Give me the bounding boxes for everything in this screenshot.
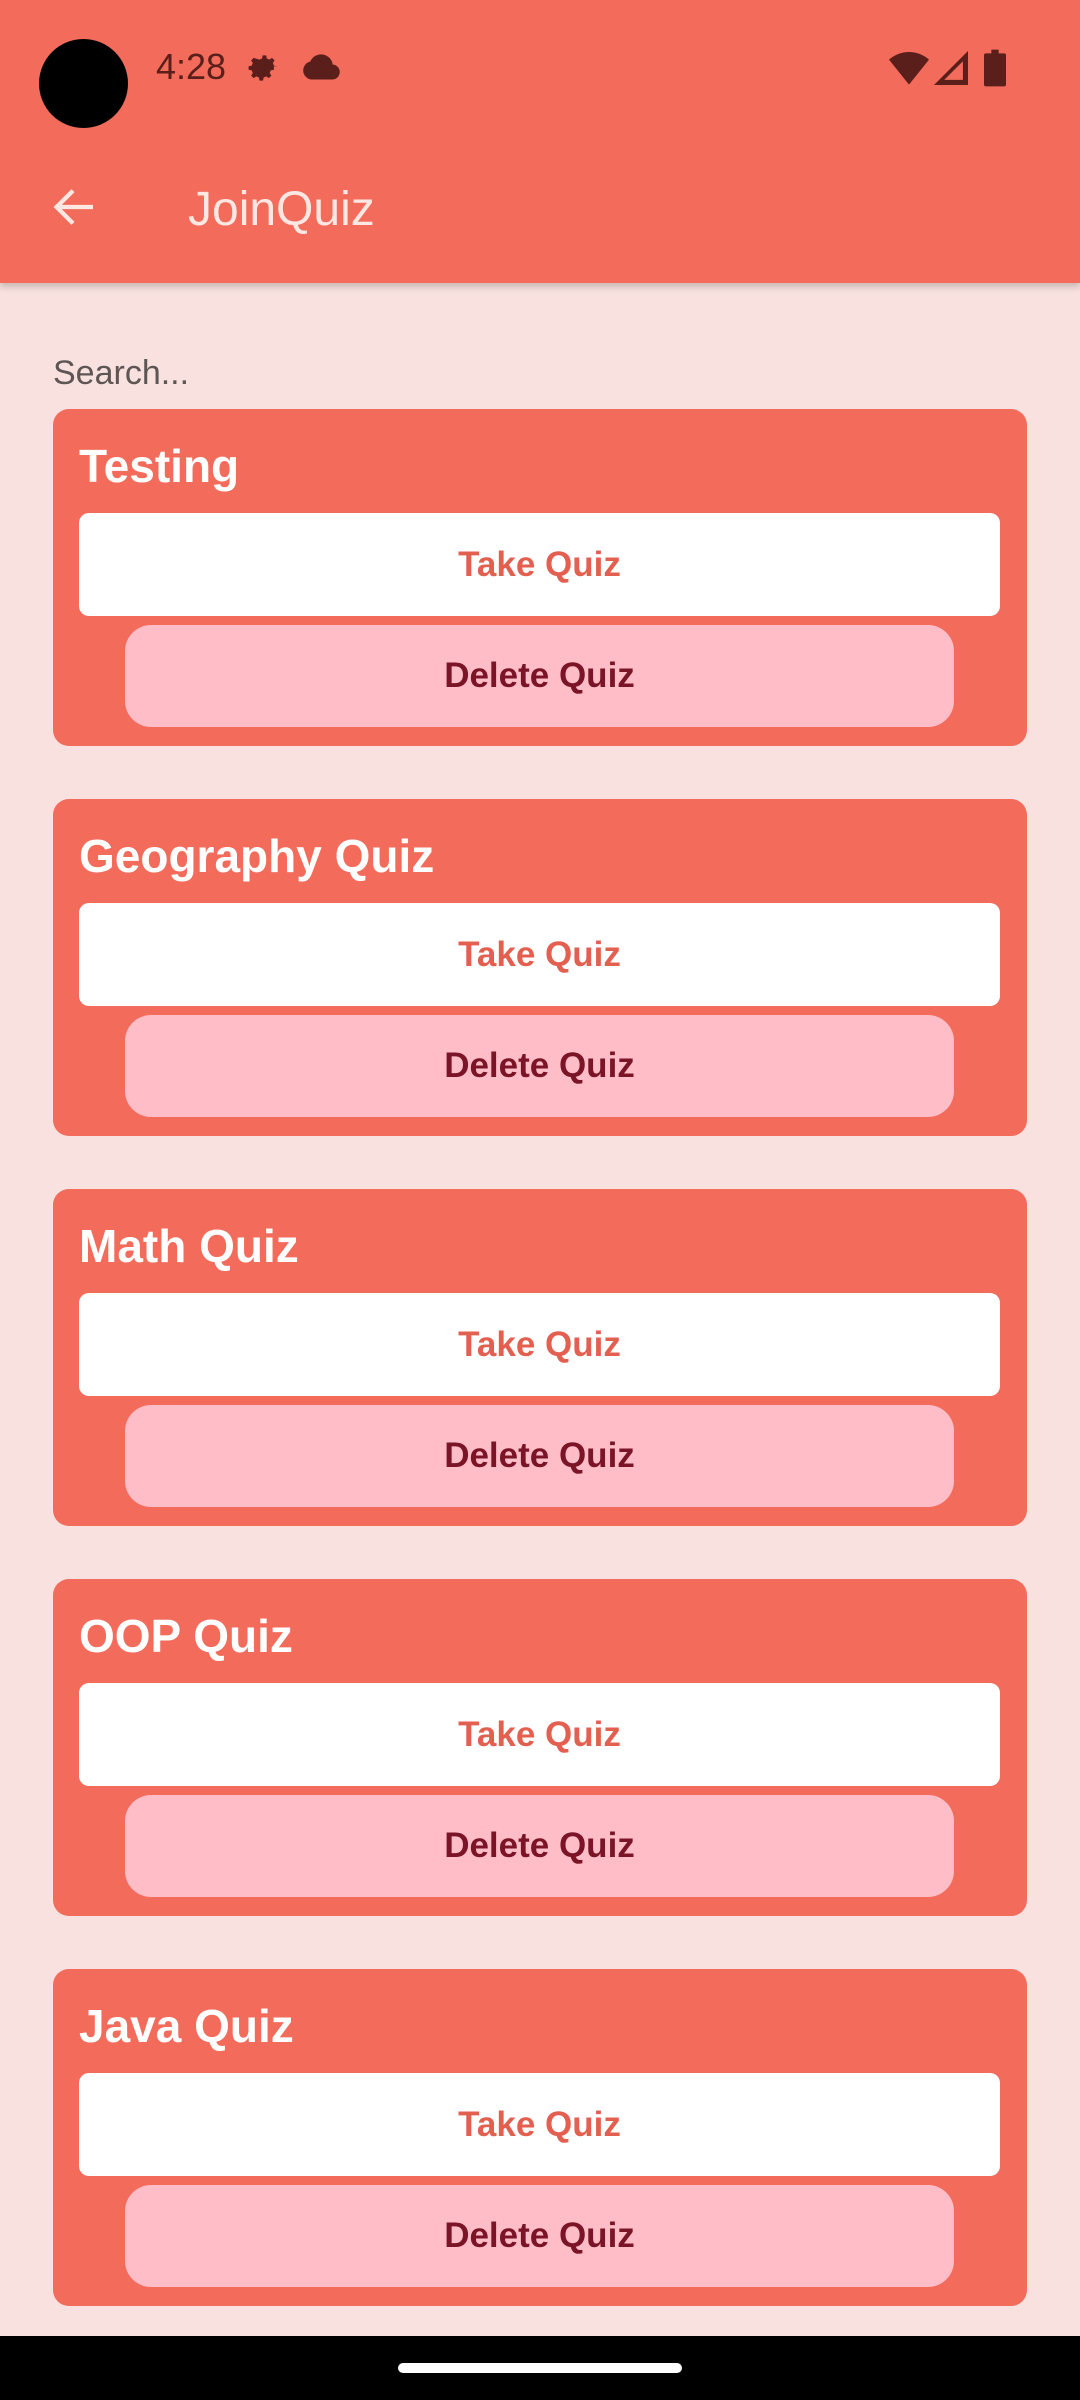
take-quiz-button[interactable]: Take Quiz	[79, 513, 1000, 616]
take-quiz-button[interactable]: Take Quiz	[79, 1293, 1000, 1396]
quiz-card: OOP Quiz Take Quiz Delete Quiz	[53, 1579, 1027, 1916]
search-input[interactable]	[53, 348, 1027, 398]
delete-quiz-button[interactable]: Delete Quiz	[125, 1795, 954, 1897]
cloud-icon	[301, 52, 341, 87]
delete-quiz-button[interactable]: Delete Quiz	[125, 1405, 954, 1507]
take-quiz-button[interactable]: Take Quiz	[79, 903, 1000, 1006]
app-header: 4:28 JoinQuiz	[0, 0, 1080, 283]
battery-icon	[984, 49, 1006, 92]
quiz-title: Testing	[79, 440, 240, 492]
delete-quiz-button[interactable]: Delete Quiz	[125, 2185, 954, 2287]
take-quiz-button[interactable]: Take Quiz	[79, 2073, 1000, 2176]
wifi-icon	[889, 51, 929, 90]
signal-icon	[934, 51, 968, 90]
quiz-card: Testing Take Quiz Delete Quiz	[53, 409, 1027, 746]
quiz-title: Geography Quiz	[79, 830, 435, 882]
delete-quiz-button[interactable]: Delete Quiz	[125, 1015, 954, 1117]
status-time: 4:28	[156, 46, 227, 87]
quiz-card: Geography Quiz Take Quiz Delete Quiz	[53, 799, 1027, 1136]
back-button[interactable]	[38, 174, 108, 244]
page-title: JoinQuiz	[188, 183, 375, 236]
quiz-title: Java Quiz	[79, 2000, 294, 2052]
settings-gear-icon	[244, 49, 282, 92]
quiz-card: Java Quiz Take Quiz Delete Quiz	[53, 1969, 1027, 2306]
home-gesture-handle[interactable]	[398, 2363, 682, 2373]
arrow-back-icon	[50, 187, 96, 232]
quiz-title: Math Quiz	[79, 1220, 299, 1272]
delete-quiz-button[interactable]: Delete Quiz	[125, 625, 954, 727]
take-quiz-button[interactable]: Take Quiz	[79, 1683, 1000, 1786]
camera-cutout	[39, 39, 128, 128]
quiz-card: Math Quiz Take Quiz Delete Quiz	[53, 1189, 1027, 1526]
quiz-list: Testing Take Quiz Delete Quiz Geography …	[53, 409, 1027, 2359]
quiz-title: OOP Quiz	[79, 1610, 293, 1662]
